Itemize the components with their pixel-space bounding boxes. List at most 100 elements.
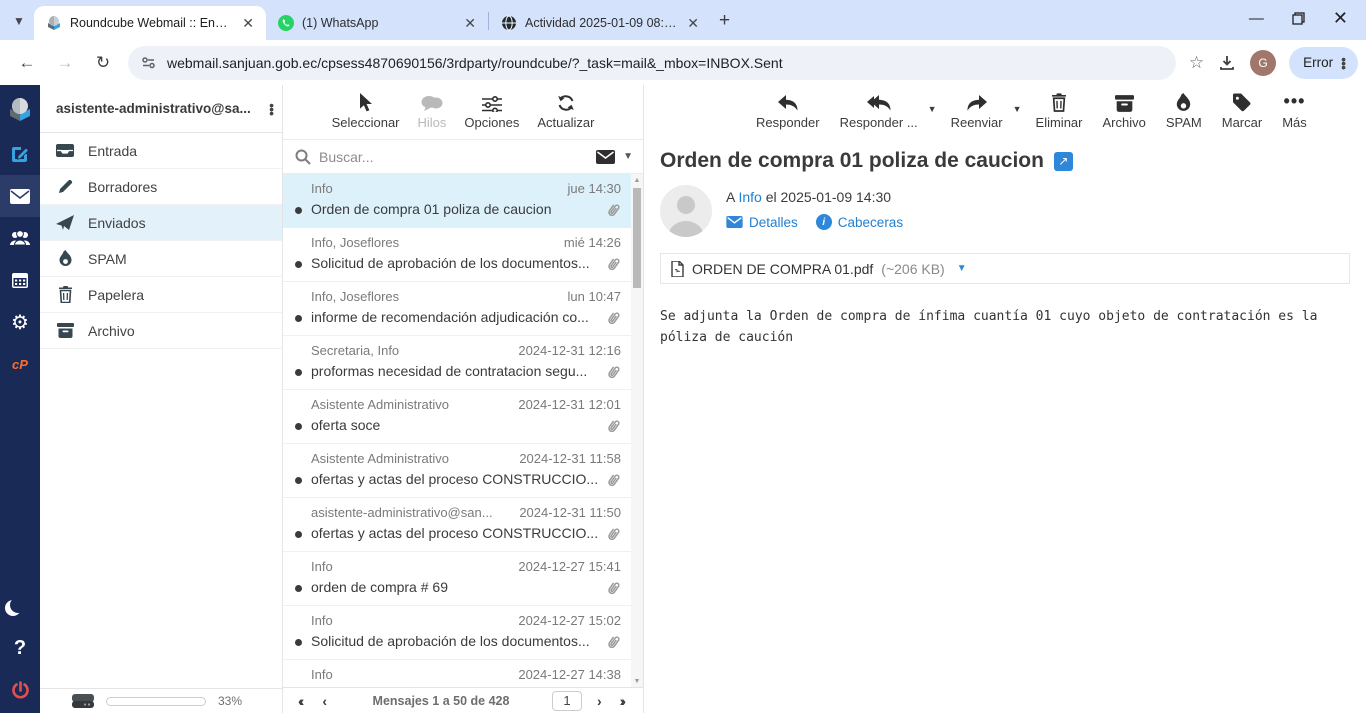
prev-page-button[interactable]: ‹	[315, 693, 334, 709]
account-menu-icon[interactable]: •••	[269, 103, 274, 115]
options-button[interactable]: Opciones	[464, 92, 519, 130]
folder-papelera[interactable]: Papelera	[40, 277, 282, 313]
search-input[interactable]	[319, 149, 588, 165]
folder-archivo[interactable]: Archivo	[40, 313, 282, 349]
mail-nav-item[interactable]	[0, 175, 40, 217]
tab-close-icon[interactable]: ✕	[240, 15, 256, 32]
omnibox[interactable]: webmail.sanjuan.gob.ec/cpsess4870690156/…	[128, 46, 1176, 80]
reply-all-button[interactable]: Responder ...	[840, 92, 918, 130]
compose-button[interactable]	[0, 133, 40, 175]
attachment-name[interactable]: ORDEN DE COMPRA 01.pdf	[692, 261, 873, 277]
unread-dot	[295, 639, 302, 646]
last-page-button[interactable]: ››	[613, 693, 633, 709]
new-tab-button[interactable]: +	[719, 10, 730, 32]
storage-icon	[72, 694, 94, 708]
open-in-new-window-icon[interactable]: ↗	[1054, 152, 1073, 171]
forward-button[interactable]: →	[50, 48, 80, 78]
message-date: mié 14:26	[564, 235, 621, 250]
message-row[interactable]: Info2024-12-27 14:38	[283, 660, 631, 687]
account-header: asistente-administrativo@sa... •••	[40, 85, 282, 133]
forward-menu-chevron-icon[interactable]: ▼	[1013, 104, 1022, 114]
message-row[interactable]: asistente-administrativo@san...2024-12-3…	[283, 498, 631, 552]
next-page-button[interactable]: ›	[590, 693, 609, 709]
settings-nav-item[interactable]: ⚙	[0, 301, 40, 343]
message-row[interactable]: Infojue 14:30 Orden de compra 01 poliza …	[283, 174, 631, 228]
message-row[interactable]: Asistente Administrativo2024-12-31 12:01…	[283, 390, 631, 444]
message-date: 2024-12-31 12:01	[518, 397, 621, 412]
page-number-input[interactable]: 1	[552, 691, 582, 711]
archive-button[interactable]: Archivo	[1103, 92, 1146, 130]
folder-entrada[interactable]: Entrada	[40, 133, 282, 169]
recipient-link[interactable]: Info	[738, 189, 761, 205]
threads-button[interactable]: Hilos	[418, 92, 447, 130]
scroll-up-icon[interactable]: ▲	[634, 174, 641, 186]
reload-button[interactable]: ↻	[88, 48, 118, 78]
delete-button[interactable]: Eliminar	[1036, 92, 1083, 130]
to-prefix: A	[726, 189, 735, 205]
details-toggle[interactable]: Detalles	[726, 215, 798, 230]
tab-list-chevron-icon[interactable]: ▼	[6, 8, 32, 34]
dark-mode-toggle[interactable]	[0, 585, 40, 627]
headers-toggle[interactable]: i Cabeceras	[816, 214, 903, 230]
site-settings-icon[interactable]	[140, 54, 157, 71]
message-subject: orden de compra # 69	[311, 579, 607, 595]
message-row[interactable]: Info2024-12-27 15:41 orden de compra # 6…	[283, 552, 631, 606]
help-button[interactable]: ?	[0, 627, 40, 669]
tab-close-icon[interactable]: ✕	[462, 15, 478, 32]
folder-label: Papelera	[88, 287, 144, 303]
forward-button[interactable]: Reenviar	[951, 92, 1003, 130]
contacts-nav-item[interactable]	[0, 217, 40, 259]
reply-all-menu-chevron-icon[interactable]: ▼	[928, 104, 937, 114]
message-row[interactable]: Secretaria, Info2024-12-31 12:16 proform…	[283, 336, 631, 390]
logout-button[interactable]	[0, 669, 40, 711]
reply-button[interactable]: Responder	[756, 92, 820, 130]
tab-roundcube[interactable]: Roundcube Webmail :: Enviados ✕	[34, 6, 266, 40]
tab-actividad[interactable]: Actividad 2025-01-09 08:00:00 ✕	[489, 6, 711, 40]
message-sender: Asistente Administrativo	[311, 451, 511, 466]
roundcube-logo[interactable]	[0, 85, 40, 133]
downloads-icon[interactable]	[1218, 54, 1236, 72]
tab-whatsapp[interactable]: (1) WhatsApp ✕	[266, 6, 488, 40]
tab-close-icon[interactable]: ✕	[685, 15, 701, 32]
message-header: A Info el 2025-01-09 14:30 Detalles i	[660, 185, 1350, 237]
minimize-button[interactable]: —	[1249, 10, 1264, 27]
list-scrollbar[interactable]: ▲ ▼	[631, 174, 643, 687]
search-scope-mail-icon[interactable]	[596, 150, 615, 164]
attachment-row[interactable]: ORDEN DE COMPRA 01.pdf (~206 KB) ▼	[660, 253, 1350, 284]
folder-spam[interactable]: SPAM	[40, 241, 282, 277]
url-text[interactable]: webmail.sanjuan.gob.ec/cpsess4870690156/…	[167, 55, 1164, 71]
message-list-pane: Seleccionar Hilos Opciones	[283, 85, 644, 713]
message-row[interactable]: Info2024-12-27 15:02 Solicitud de aproba…	[283, 606, 631, 660]
folder-borradores[interactable]: Borradores	[40, 169, 282, 205]
first-page-button[interactable]: ‹‹	[291, 693, 311, 709]
profile-avatar[interactable]: G	[1250, 50, 1276, 76]
folder-enviados[interactable]: Enviados	[40, 205, 282, 241]
list-pagination: ‹‹ ‹ Mensajes 1 a 50 de 428 1 › ››	[283, 687, 643, 713]
bookmark-star-icon[interactable]: ☆	[1189, 53, 1204, 73]
close-button[interactable]: ✕	[1333, 8, 1348, 29]
select-button[interactable]: Seleccionar	[332, 92, 400, 130]
pdf-file-icon	[671, 261, 684, 277]
browser-menu-error-button[interactable]: Error •••	[1289, 47, 1358, 79]
restore-button[interactable]	[1292, 12, 1305, 25]
mark-button[interactable]: Marcar	[1222, 92, 1262, 130]
message-row[interactable]: Info, Josefloreslun 10:47 informe de rec…	[283, 282, 631, 336]
message-sender: Info	[311, 613, 510, 628]
attachment-menu-chevron-icon[interactable]: ▼	[957, 263, 967, 274]
more-button[interactable]: ••• Más	[1282, 92, 1307, 130]
cpanel-nav-item[interactable]: cP	[0, 343, 40, 385]
scrollbar-thumb[interactable]	[633, 188, 641, 288]
search-options-chevron-icon[interactable]: ▼	[623, 151, 633, 162]
reply-all-icon	[866, 92, 892, 112]
scroll-down-icon[interactable]: ▼	[634, 675, 641, 687]
back-button[interactable]: ←	[12, 48, 42, 78]
message-row[interactable]: Asistente Administrativo2024-12-31 11:58…	[283, 444, 631, 498]
folder-label: Borradores	[88, 179, 157, 195]
refresh-button[interactable]: Actualizar	[537, 92, 594, 130]
message-row[interactable]: Info, Josefloresmié 14:26 Solicitud de a…	[283, 228, 631, 282]
calendar-nav-item[interactable]	[0, 259, 40, 301]
message-subject: oferta soce	[311, 417, 607, 433]
message-sender: Info, Joseflores	[311, 235, 556, 250]
reply-label: Responder	[756, 115, 820, 130]
spam-button[interactable]: SPAM	[1166, 92, 1202, 130]
